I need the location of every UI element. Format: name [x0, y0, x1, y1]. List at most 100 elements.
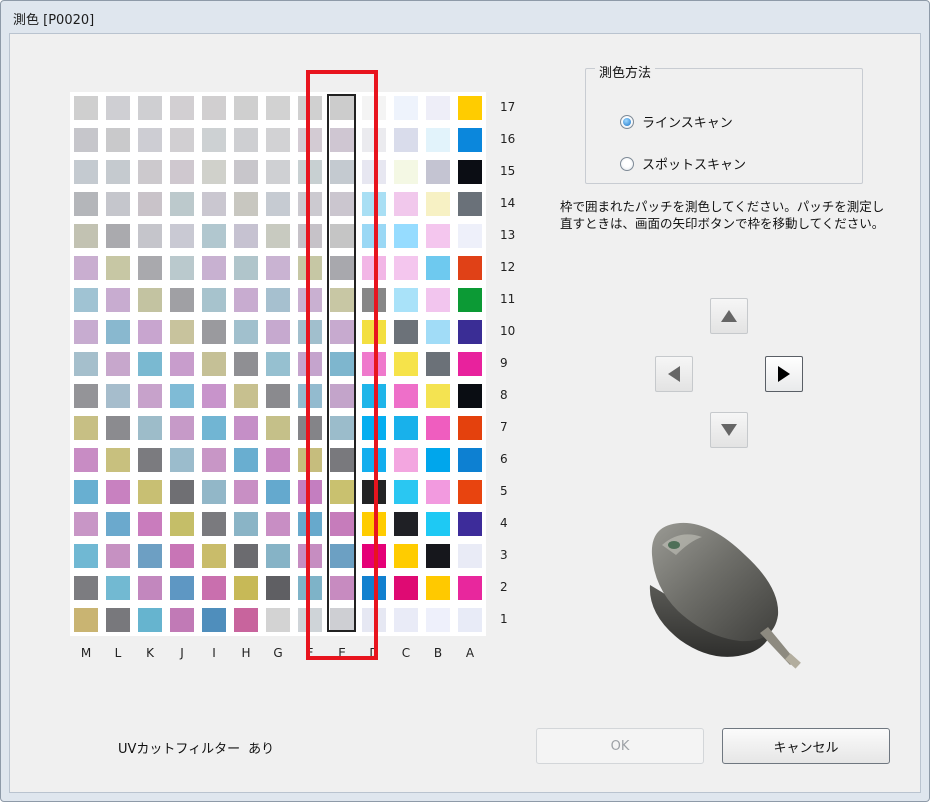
- color-patch: [394, 352, 418, 376]
- color-patch: [394, 160, 418, 184]
- color-patch: [394, 320, 418, 344]
- move-down-button[interactable]: [710, 412, 748, 448]
- color-patch: [170, 288, 194, 312]
- title-bar[interactable]: 測色 [P0020]: [1, 1, 929, 33]
- color-patch: [266, 576, 290, 600]
- column-label: J: [180, 646, 184, 660]
- row-label: 9: [500, 356, 508, 370]
- color-patch: [266, 320, 290, 344]
- color-patch: [170, 128, 194, 152]
- color-patch: [202, 320, 226, 344]
- row-label: 8: [500, 388, 508, 402]
- column-label: M: [80, 646, 92, 660]
- uv-filter-info: UVカットフィルター あり: [118, 738, 274, 757]
- color-patch: [202, 352, 226, 376]
- color-patch: [266, 160, 290, 184]
- color-patch: [234, 256, 258, 280]
- color-patch: [138, 448, 162, 472]
- color-patch: [266, 192, 290, 216]
- radio-selected-icon[interactable]: [620, 114, 634, 129]
- color-patch: [106, 96, 130, 120]
- color-patch: [74, 416, 98, 440]
- column-label: B: [433, 646, 443, 660]
- column-label: L: [114, 646, 122, 660]
- color-patch: [394, 608, 418, 632]
- radio-spot-scan-label: スポットスキャン: [642, 158, 747, 173]
- color-patch: [234, 352, 258, 376]
- color-patch: [138, 256, 162, 280]
- row-label: 11: [500, 292, 516, 306]
- color-patch: [202, 256, 226, 280]
- color-patch: [106, 512, 130, 536]
- color-patch: [426, 480, 450, 504]
- row-label: 15: [500, 164, 516, 178]
- color-patch: [394, 288, 418, 312]
- color-patch: [234, 384, 258, 408]
- color-patch: [426, 256, 450, 280]
- instruction-text: 枠で囲まれたパッチを測色してください。パッチを測定し直すときは、画面の矢印ボタン…: [560, 199, 885, 231]
- color-patch: [394, 416, 418, 440]
- color-patch: [458, 96, 482, 120]
- color-patch: [106, 288, 130, 312]
- move-right-button[interactable]: [765, 356, 803, 392]
- color-patch: [458, 608, 482, 632]
- color-patch: [138, 128, 162, 152]
- color-patch: [138, 544, 162, 568]
- color-patch: [202, 544, 226, 568]
- color-patch: [458, 160, 482, 184]
- color-patch: [74, 544, 98, 568]
- row-label: 16: [500, 132, 516, 146]
- arrow-up-icon: [721, 310, 737, 322]
- color-patch: [426, 224, 450, 248]
- row-label: 4: [500, 516, 508, 530]
- color-patch: [234, 448, 258, 472]
- color-patch: [170, 480, 194, 504]
- row-label: 7: [500, 420, 508, 434]
- color-patch: [202, 288, 226, 312]
- color-patch: [202, 480, 226, 504]
- radio-unselected-icon[interactable]: [620, 156, 634, 171]
- color-patch: [234, 608, 258, 632]
- row-label: 12: [500, 260, 516, 274]
- color-patch: [106, 160, 130, 184]
- color-patch: [138, 192, 162, 216]
- color-patch: [138, 288, 162, 312]
- color-patch: [394, 576, 418, 600]
- color-patch: [234, 192, 258, 216]
- color-patch: [202, 160, 226, 184]
- color-patch: [170, 352, 194, 376]
- color-patch: [394, 224, 418, 248]
- color-patch: [74, 256, 98, 280]
- color-patch: [138, 352, 162, 376]
- move-left-button[interactable]: [655, 356, 693, 392]
- arrow-down-icon: [721, 424, 737, 436]
- color-patch: [458, 320, 482, 344]
- radio-spot-scan[interactable]: スポットスキャン: [620, 154, 746, 173]
- color-patch: [106, 544, 130, 568]
- color-patch: [458, 544, 482, 568]
- color-patch: [394, 512, 418, 536]
- color-patch: [266, 544, 290, 568]
- color-patch: [74, 608, 98, 632]
- radio-line-scan[interactable]: ラインスキャン: [620, 112, 733, 131]
- color-patch: [266, 608, 290, 632]
- measurement-method-legend: 測色方法: [595, 62, 656, 81]
- color-patch: [426, 160, 450, 184]
- cancel-button[interactable]: キャンセル: [722, 728, 890, 764]
- ok-button[interactable]: OK: [536, 728, 704, 764]
- color-patch: [266, 288, 290, 312]
- arrow-left-icon: [668, 366, 680, 382]
- color-patch: [426, 352, 450, 376]
- row-label: 1: [500, 612, 508, 626]
- color-patch: [202, 384, 226, 408]
- color-patch: [234, 128, 258, 152]
- radio-line-scan-label: ラインスキャン: [642, 116, 733, 131]
- color-patch: [138, 576, 162, 600]
- color-patch: [202, 608, 226, 632]
- move-up-button[interactable]: [710, 298, 748, 334]
- uv-filter-value: あり: [248, 742, 275, 757]
- row-label: 14: [500, 196, 516, 210]
- highlight-frame: [306, 70, 378, 660]
- color-patch: [74, 576, 98, 600]
- color-patch: [170, 96, 194, 120]
